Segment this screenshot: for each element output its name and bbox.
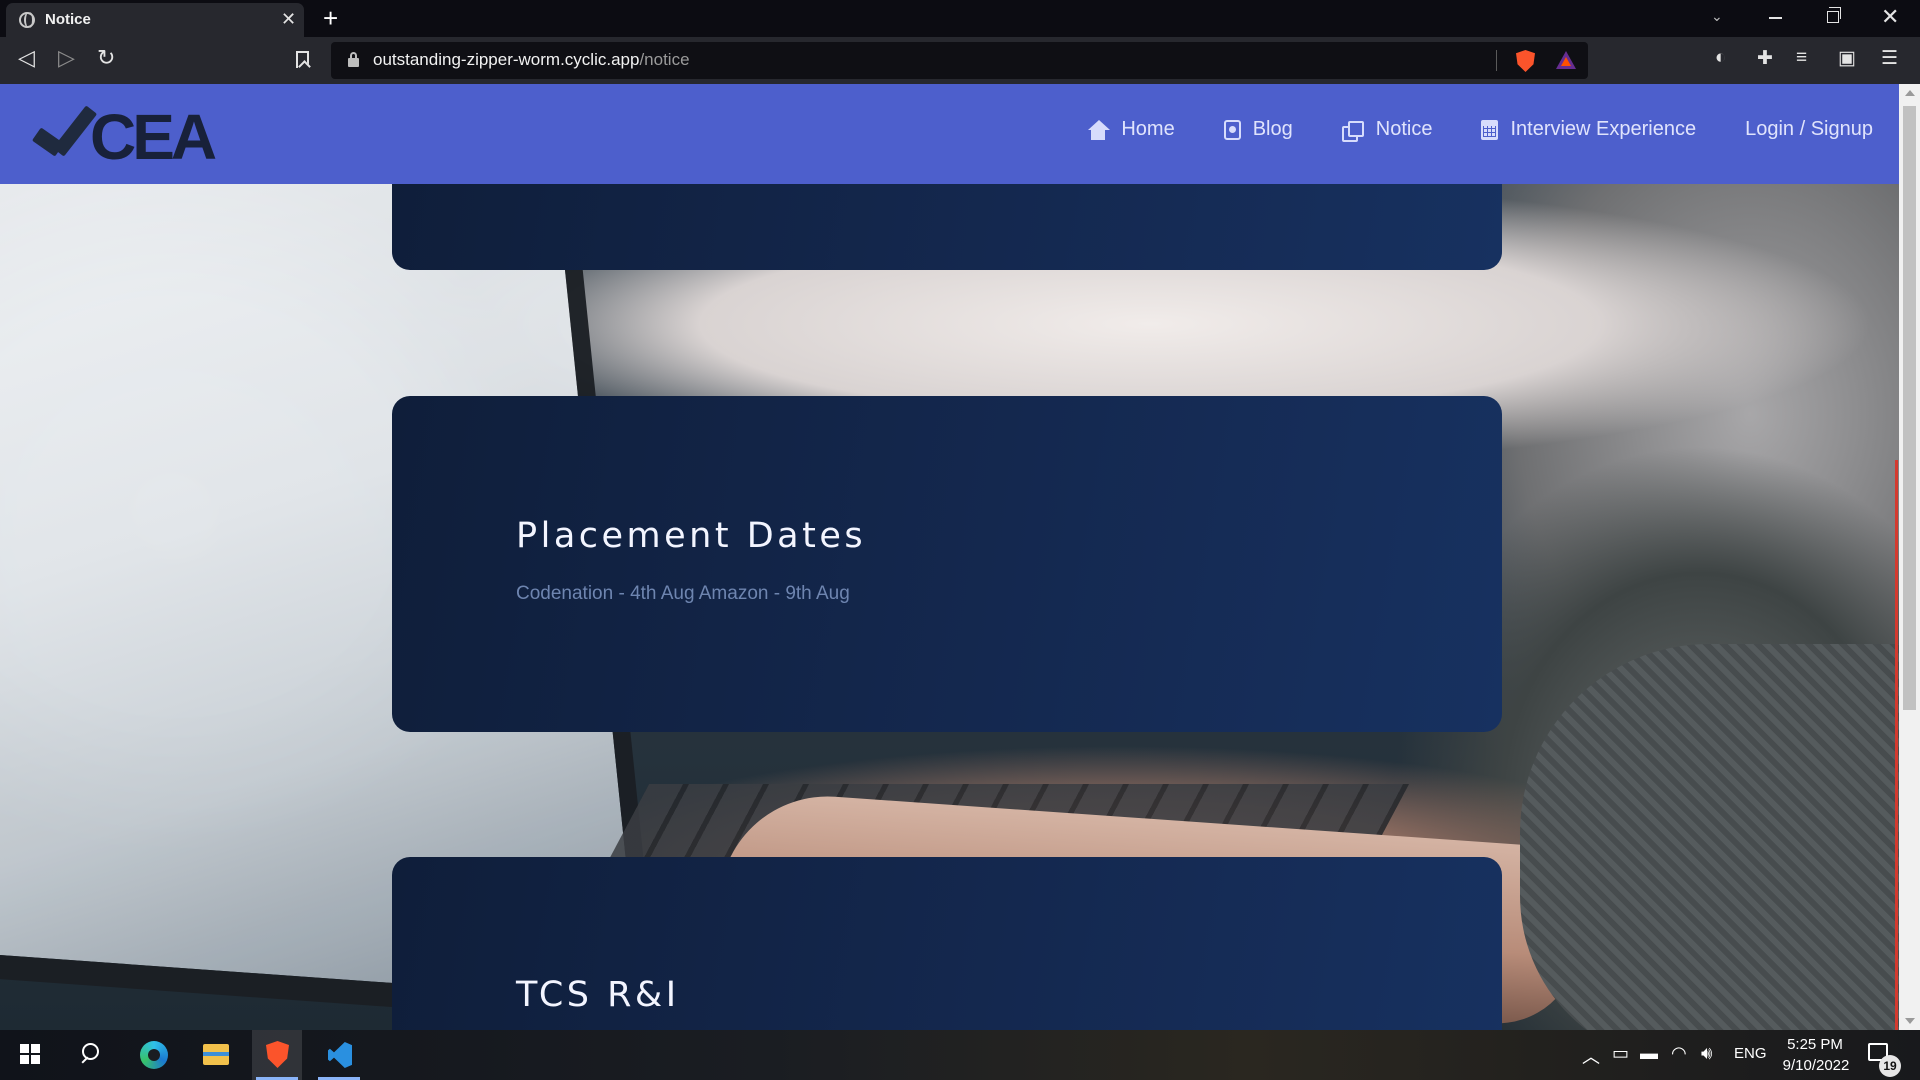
clock-time[interactable]: 5:25 PM [1785,1036,1845,1053]
reload-button[interactable]: ↻ [97,45,115,71]
extension-icon[interactable]: ◐ [1715,47,1726,69]
language-indicator[interactable]: ENG [1734,1045,1767,1062]
nav-blog[interactable]: Blog [1223,118,1293,141]
notice-card: TCS R&I [392,857,1502,1030]
nav-interview-experience-label: Interview Experience [1510,118,1697,140]
blog-icon [1223,119,1241,140]
vscode-icon[interactable] [314,1030,364,1080]
volume-icon[interactable]: 🔊︎ [1701,1043,1712,1064]
playlist-icon[interactable]: ≡ [1796,47,1807,69]
tab-title: Notice [45,11,91,28]
file-explorer-icon[interactable] [190,1030,240,1080]
new-tab-button[interactable]: + [323,3,338,34]
windows-taskbar: ︿ ▭ ▬ ◠ 🔊︎ ENG 5:25 PM 9/10/2022 19 [0,1030,1920,1080]
battery-icon[interactable]: ▬ [1640,1043,1658,1064]
browser-tab-strip: Notice ✕ + ⌄ ✕ [0,0,1920,37]
close-window-button[interactable]: ✕ [1881,4,1899,30]
brave-shields-icon[interactable] [1516,50,1535,72]
page-scrollbar[interactable] [1899,84,1920,1030]
nav-login-signup[interactable]: Login / Signup [1745,118,1873,141]
lock-icon[interactable] [348,52,359,67]
show-hidden-icons-chevron-icon[interactable]: ︿ [1582,1043,1600,1069]
nav-blog-label: Blog [1252,118,1293,140]
notification-count-badge: 19 [1879,1055,1901,1077]
browser-toolbar: ◁ ▷ ↻ outstanding-zipper-worm.cyclic.app… [0,37,1920,84]
tab-search-chevron-icon[interactable]: ⌄ [1711,8,1723,25]
home-icon [1087,119,1111,140]
forward-button[interactable]: ▷ [58,45,75,71]
nav-interview-experience[interactable]: Interview Experience [1481,118,1696,141]
logo-text: CEA [90,101,217,173]
nav-notice-label: Notice [1375,118,1433,140]
scroll-position-marker [1895,460,1898,1030]
restore-window-button[interactable] [1827,7,1841,23]
cea-logo[interactable]: CEA [30,100,220,173]
nav-home[interactable]: Home [1087,118,1175,141]
minimize-window-button[interactable] [1769,17,1782,19]
bookmark-icon[interactable] [296,51,309,68]
background-sweater-image [1520,644,1899,1030]
url-host: outstanding-zipper-worm.cyclic.app [373,50,640,69]
clock-date[interactable]: 9/10/2022 [1776,1057,1856,1074]
wallet-icon[interactable]: ▣ [1838,47,1856,70]
wifi-icon[interactable]: ◠ [1671,1043,1687,1064]
omnibox-divider [1496,50,1497,71]
notice-body: Codenation - 4th Aug Amazon - 9th Aug [516,583,850,604]
url-text[interactable]: outstanding-zipper-worm.cyclic.app/notic… [373,50,690,70]
meet-now-icon[interactable]: ▭ [1612,1043,1629,1064]
brave-icon[interactable] [252,1030,302,1080]
main-nav: Home Blog Notice Interview Experience Lo… [1038,118,1873,142]
calendar-icon [1481,119,1499,140]
scroll-up-arrow-icon[interactable] [1905,90,1915,96]
nav-notice[interactable]: Notice [1341,118,1433,142]
address-bar[interactable]: outstanding-zipper-worm.cyclic.app/notic… [331,42,1588,79]
edge-icon[interactable] [128,1030,178,1080]
scroll-down-arrow-icon[interactable] [1905,1018,1915,1024]
url-path: /notice [639,50,690,69]
close-tab-icon[interactable]: ✕ [281,9,296,30]
notice-card: Placement Dates Codenation - 4th Aug Ama… [392,396,1502,732]
page-viewport: CEA Home Blog Notice Interview Experienc… [0,84,1899,1030]
nav-login-signup-label: Login / Signup [1745,118,1873,140]
site-header: CEA Home Blog Notice Interview Experienc… [0,84,1899,184]
windows-start-icon[interactable] [6,1030,56,1080]
search-icon[interactable] [66,1030,116,1080]
scrollbar-thumb[interactable] [1903,106,1916,710]
notice-icon [1341,120,1364,142]
back-button[interactable]: ◁ [18,45,35,71]
menu-icon[interactable]: ☰ [1881,47,1898,70]
notice-title: Placement Dates [516,516,867,556]
brave-rewards-icon[interactable] [1556,51,1576,69]
globe-icon [19,12,35,28]
nav-home-label: Home [1121,118,1175,140]
puzzle-extensions-icon[interactable]: ✚ [1757,47,1773,70]
browser-tab-notice[interactable]: Notice ✕ [6,3,304,37]
checkmark-logo-icon [30,110,92,162]
notice-title: TCS R&I [516,975,680,1015]
